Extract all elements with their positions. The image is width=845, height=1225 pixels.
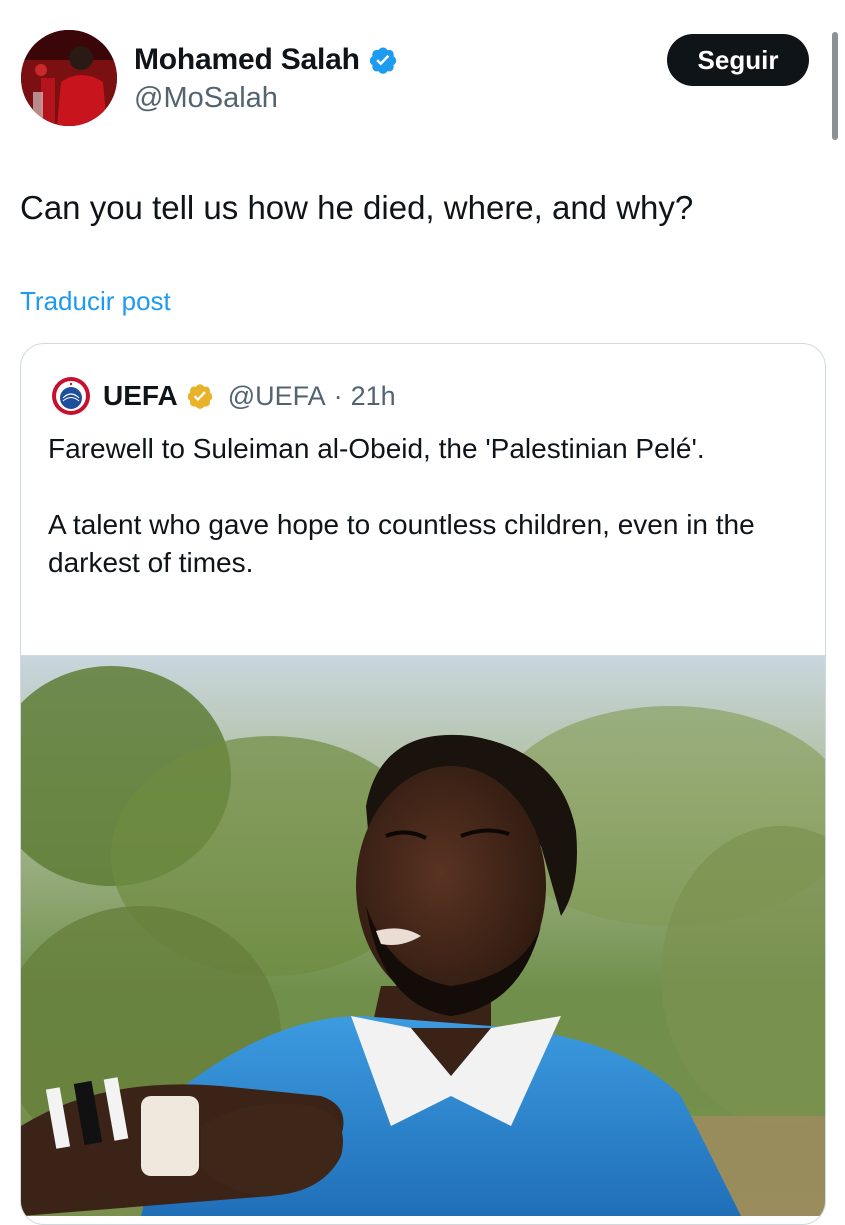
avatar-photo xyxy=(21,30,117,126)
quoted-tweet-image[interactable] xyxy=(21,655,825,1216)
quoted-author-handle[interactable]: @UEFA xyxy=(228,381,326,412)
author-name-row: Mohamed Salah xyxy=(134,40,398,80)
uefa-logo-icon[interactable] xyxy=(51,376,91,416)
avatar[interactable] xyxy=(21,30,117,126)
author-name[interactable]: Mohamed Salah xyxy=(134,43,360,77)
quoted-tweet-header: UEFA @UEFA · 21h xyxy=(51,376,396,416)
meta-separator: · xyxy=(333,380,343,411)
verified-badge-icon xyxy=(368,45,398,75)
translate-post-link[interactable]: Traducir post xyxy=(20,286,171,317)
follow-button[interactable]: Seguir xyxy=(667,34,809,86)
scrollbar[interactable] xyxy=(832,32,838,140)
quoted-timestamp[interactable]: 21h xyxy=(351,381,396,412)
quoted-author-name[interactable]: UEFA xyxy=(103,380,178,412)
quoted-tweet-text: Farewell to Suleiman al-Obeid, the 'Pale… xyxy=(48,430,808,582)
quoted-tweet-card[interactable]: UEFA @UEFA · 21h Farewell to Suleiman al… xyxy=(20,343,826,1225)
author-handle[interactable]: @MoSalah xyxy=(134,82,278,115)
verified-gold-badge-icon xyxy=(186,382,214,410)
tweet-header: Mohamed Salah @MoSalah Seguir xyxy=(0,0,845,150)
tweet-text: Can you tell us how he died, where, and … xyxy=(20,189,694,226)
quoted-paragraph: Farewell to Suleiman al-Obeid, the 'Pale… xyxy=(48,433,705,464)
quoted-paragraph: A talent who gave hope to countless chil… xyxy=(48,509,755,578)
